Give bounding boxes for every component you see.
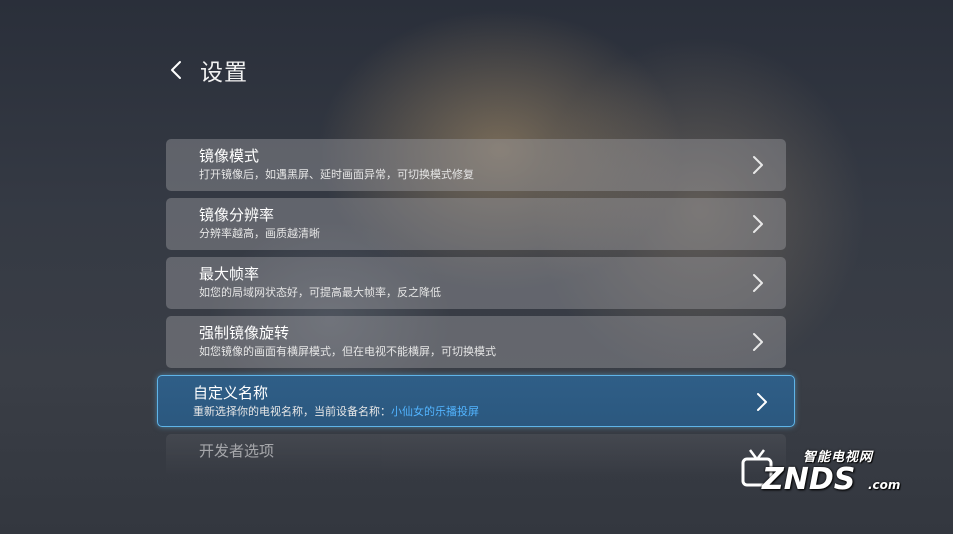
setting-title: 最大帧率 xyxy=(199,265,260,283)
setting-mirror-mode[interactable]: 镜像模式 打开镜像后，如遇黑屏、延时画面异常，可切换模式修复 xyxy=(166,139,786,191)
setting-title: 开发者选项 xyxy=(199,442,275,460)
chevron-right-icon xyxy=(752,273,764,293)
page-header: 设置 xyxy=(166,52,248,88)
chevron-right-icon xyxy=(752,332,764,352)
chevron-left-icon xyxy=(170,60,182,80)
setting-description: 如您镜像的画面有横屏模式，但在电视不能横屏，可切换模式 xyxy=(199,345,496,358)
setting-description: 如您的局域网状态好，可提高最大帧率，反之降低 xyxy=(199,286,441,299)
setting-title: 镜像分辨率 xyxy=(199,206,275,224)
back-button[interactable] xyxy=(166,52,186,88)
setting-description-prefix: 重新选择你的电视名称，当前设备名称： xyxy=(193,405,391,418)
current-device-name: 小仙女的乐播投屏 xyxy=(391,405,479,418)
chevron-right-icon xyxy=(752,214,764,234)
setting-title: 强制镜像旋转 xyxy=(199,324,290,342)
setting-title: 自定义名称 xyxy=(193,384,269,402)
setting-title: 镜像模式 xyxy=(199,147,260,165)
setting-description: 打开镜像后，如遇黑屏、延时画面异常，可切换模式修复 xyxy=(199,168,474,181)
settings-list: 镜像模式 打开镜像后，如遇黑屏、延时画面异常，可切换模式修复 镜像分辨率 分辨率… xyxy=(157,139,795,485)
setting-description: 分辨率越高，画质越清晰 xyxy=(199,227,320,240)
chevron-right-icon xyxy=(756,392,768,412)
setting-custom-name[interactable]: 自定义名称 重新选择你的电视名称，当前设备名称：小仙女的乐播投屏 xyxy=(157,375,795,427)
setting-description: 重新选择你的电视名称，当前设备名称：小仙女的乐播投屏 xyxy=(193,404,794,420)
setting-mirror-resolution[interactable]: 镜像分辨率 分辨率越高，画质越清晰 xyxy=(166,198,786,250)
watermark-znds: ZNDS xyxy=(762,462,856,497)
chevron-right-icon xyxy=(752,155,764,175)
page-title: 设置 xyxy=(200,60,248,86)
setting-max-framerate[interactable]: 最大帧率 如您的局域网状态好，可提高最大帧率，反之降低 xyxy=(166,257,786,309)
setting-developer-options[interactable]: 开发者选项 xyxy=(166,434,786,478)
watermark-com: .com xyxy=(868,478,901,492)
setting-force-rotation[interactable]: 强制镜像旋转 如您镜像的画面有横屏模式，但在电视不能横屏，可切换模式 xyxy=(166,316,786,368)
watermark-logo: 智能电视网 ZNDS .com xyxy=(740,440,910,500)
